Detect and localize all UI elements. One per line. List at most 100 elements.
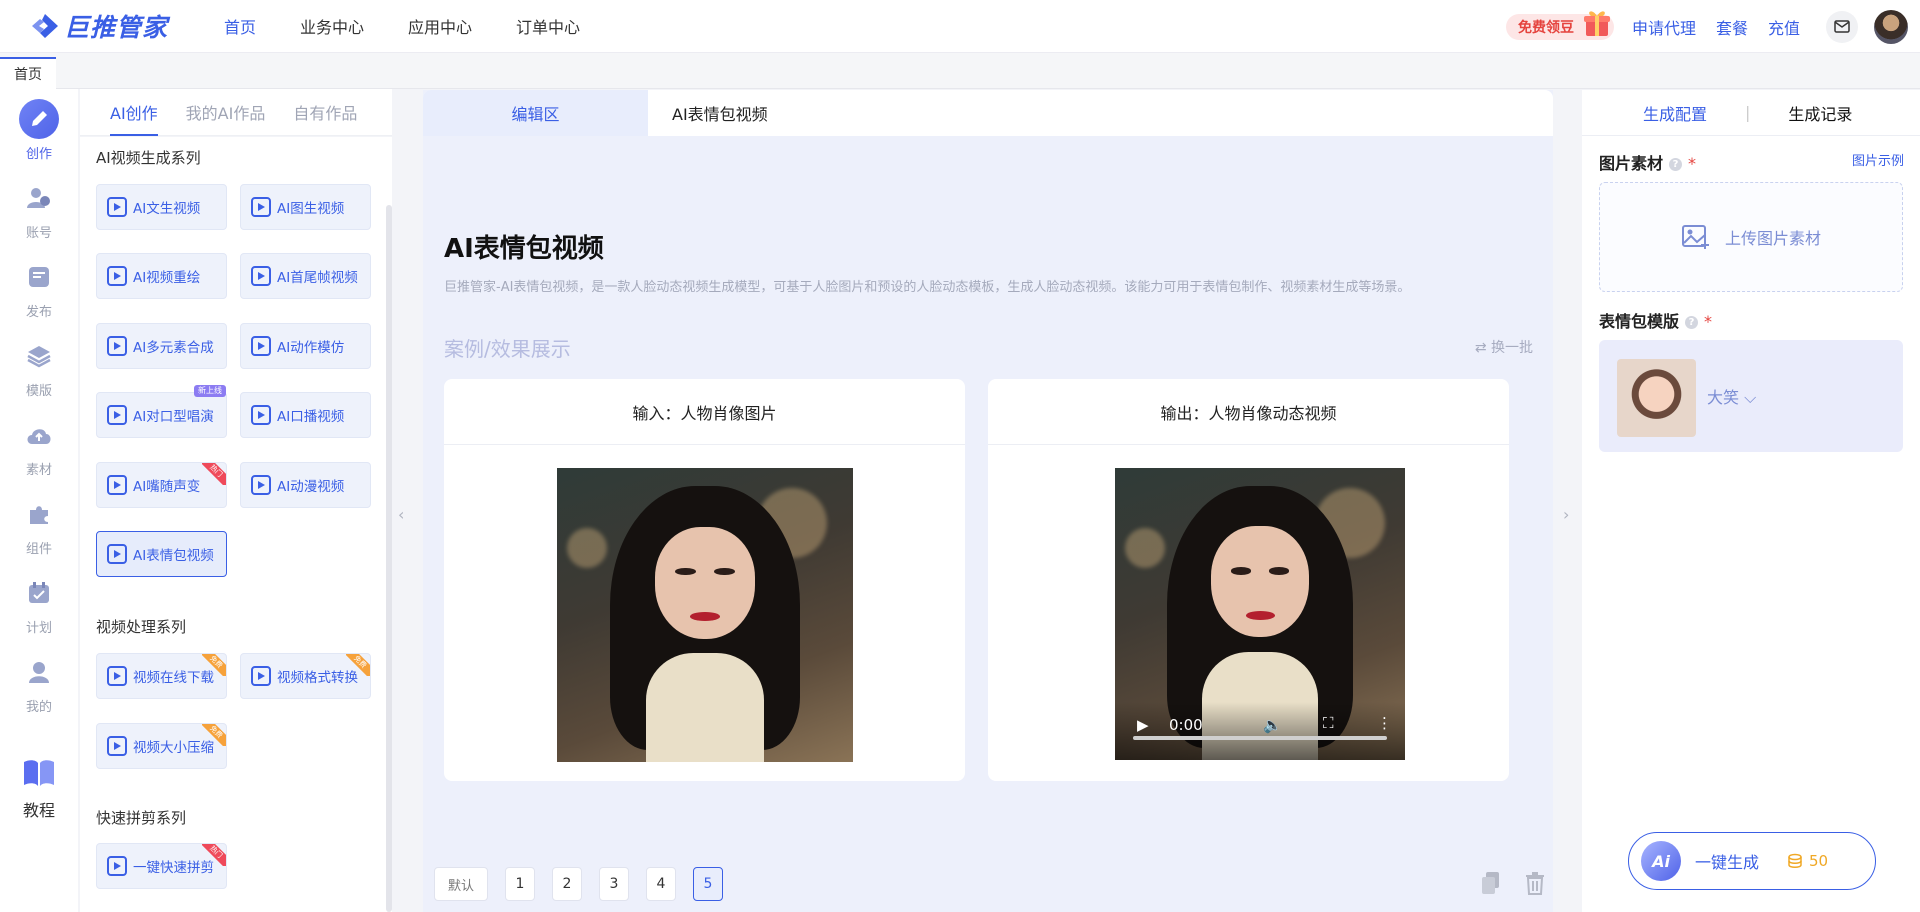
tool-multi-element[interactable]: AI多元素合成 [96,323,227,369]
rail-label: 素材 [25,463,52,478]
image-material-label: 图片素材? * [1599,150,1696,174]
fullscreen-icon[interactable]: ⛶ [1323,714,1334,732]
user-avatar[interactable] [1874,9,1908,44]
image-material-text: 图片素材 [1599,154,1664,173]
template-value: 大笑 [1707,388,1740,407]
video-progress-bar[interactable] [1133,736,1387,740]
pager-default[interactable]: 默认 [434,867,488,901]
tool-lip-sync-sing[interactable]: AI对口型唱演 新上线 [96,385,227,438]
tool-motion-imitate[interactable]: AI动作模仿 [240,323,371,369]
upload-image-area[interactable]: 上传图片素材 [1599,182,1903,292]
tab-own-works[interactable]: 自有作品 [293,100,357,124]
cost-display: 50 [1787,852,1828,870]
tool-format-convert[interactable]: 视频格式转换 免费 [240,653,371,699]
free-bean-button[interactable]: 免费领豆 [1505,10,1614,40]
multi-element-icon [107,336,127,356]
rail-label: 组件 [25,542,52,557]
image-upload-icon [1681,225,1709,249]
tool-label: AI视频重绘 [133,270,201,286]
tool-quick-cut[interactable]: 一键快速拼剪 热门 [96,843,227,889]
page-description: 巨推管家-AI表情包视频，是一款人脸动态视频生成模型，可基于人脸图片和预设的人脸… [444,280,1411,295]
pager-page-2[interactable]: 2 [552,867,582,901]
rail-item-material[interactable]: 素材 [0,415,78,478]
coin-icon [1788,853,1802,868]
tab-home[interactable]: 首页 [0,57,56,89]
left-panel-scrollbar[interactable] [386,205,392,912]
nav-home[interactable]: 首页 [224,14,256,38]
copy-icon[interactable] [1479,870,1503,896]
main-nav: 首页 业务中心 应用中心 订单中心 [224,14,624,38]
tool-anime-video[interactable]: AI动漫视频 [240,462,371,508]
motion-icon [251,336,271,356]
image-example-link[interactable]: 图片示例 [1852,150,1904,169]
tool-video-redraw[interactable]: AI视频重绘 [96,253,227,299]
more-icon[interactable]: ⋮ [1377,714,1392,732]
pager-page-4[interactable]: 4 [646,867,676,901]
apply-agent-link[interactable]: 申请代理 [1632,15,1696,39]
free-ribbon: 免费 [202,654,226,676]
tab-edit-area[interactable]: 编辑区 [423,90,648,136]
tool-mouth-voice[interactable]: AI嘴随声变 热门 [96,462,227,508]
generate-button[interactable]: Ai 一键生成 50 [1628,832,1876,890]
pager-page-3[interactable]: 3 [599,867,629,901]
rail-item-mine[interactable]: 我的 [0,652,78,715]
tool-video-download[interactable]: 视频在线下载 免费 [96,653,227,699]
tool-text-to-video[interactable]: AI文生视频 [96,184,227,230]
recharge-link[interactable]: 充值 [1768,15,1800,39]
editor-area: 编辑区 AI表情包视频 AI表情包视频 巨推管家-AI表情包视频，是一款人脸动态… [423,90,1553,912]
mail-button[interactable] [1826,10,1858,43]
free-ribbon: 免费 [346,654,370,676]
package-link[interactable]: 套餐 [1716,15,1748,39]
publish-icon [19,257,59,297]
logo[interactable]: 巨推管家 [30,6,200,46]
play-icon[interactable]: ▶ [1137,716,1149,734]
rail-item-component[interactable]: 组件 [0,494,78,557]
redraw-icon [107,266,127,286]
cost-value: 50 [1809,852,1829,870]
tool-video-compress[interactable]: 视频大小压缩 免费 [96,723,227,769]
rail-item-publish[interactable]: 发布 [0,257,78,320]
help-icon[interactable]: ? [1669,158,1683,171]
nav-business-center[interactable]: 业务中心 [300,14,364,38]
rail-item-account[interactable]: 账号 [0,178,78,241]
tool-emoji-video[interactable]: AI表情包视频 [96,531,227,577]
tool-label: AI动作模仿 [277,340,345,356]
side-rail: 创作 账号 发布 模版 素材 组件 计划 我的 教程 [0,89,78,912]
collapse-left-icon[interactable]: ‹ [398,505,404,524]
calendar-icon [19,573,59,613]
tab-ai-create[interactable]: AI创作 [110,100,158,136]
nav-order-center[interactable]: 订单中心 [516,14,580,38]
swap-icon: ⇄ [1474,340,1491,356]
hot-ribbon: 热门 [202,844,226,866]
rail-item-template[interactable]: 模版 [0,336,78,399]
showcase-title: 案例/效果展示 [444,337,571,361]
rail-item-tutorial[interactable]: 教程 [0,753,78,821]
tool-first-last-frame[interactable]: AI首尾帧视频 [240,253,371,299]
refresh-button[interactable]: ⇄ 换一批 [1475,337,1533,357]
tool-image-to-video[interactable]: AI图生视频 [240,184,371,230]
collapse-right-icon[interactable]: › [1563,505,1569,524]
rail-item-plan[interactable]: 计划 [0,573,78,636]
template-dropdown[interactable]: 大笑 ⌵ [1707,384,1756,408]
volume-icon[interactable]: 🔈 [1263,716,1282,734]
editor-tabs: 编辑区 AI表情包视频 [423,90,1553,136]
tab-my-ai-works[interactable]: 我的AI作品 [186,100,266,124]
anime-icon [251,475,271,495]
rail-label: 创作 [25,147,52,162]
talking-icon [251,405,271,425]
template-selector[interactable]: 大笑 ⌵ [1599,340,1903,452]
tab-emoji-video[interactable]: AI表情包视频 [672,90,768,136]
tab-generate-record[interactable]: 生成记录 [1788,101,1852,125]
trash-icon[interactable] [1523,870,1547,896]
tool-talking-video[interactable]: AI口播视频 [240,392,371,438]
pager-page-5[interactable]: 5 [693,867,723,901]
output-video-player[interactable]: ▶ 0:00 🔈 ⛶ ⋮ [1115,468,1405,760]
compress-icon [107,736,127,756]
nav-app-center[interactable]: 应用中心 [408,14,472,38]
help-icon[interactable]: ? [1685,316,1699,329]
pager-page-1[interactable]: 1 [505,867,535,901]
rail-label: 账号 [25,226,52,241]
lip-sync-icon [107,405,127,425]
tab-generate-config[interactable]: 生成配置 [1643,101,1707,125]
rail-item-create[interactable]: 创作 [0,99,78,162]
